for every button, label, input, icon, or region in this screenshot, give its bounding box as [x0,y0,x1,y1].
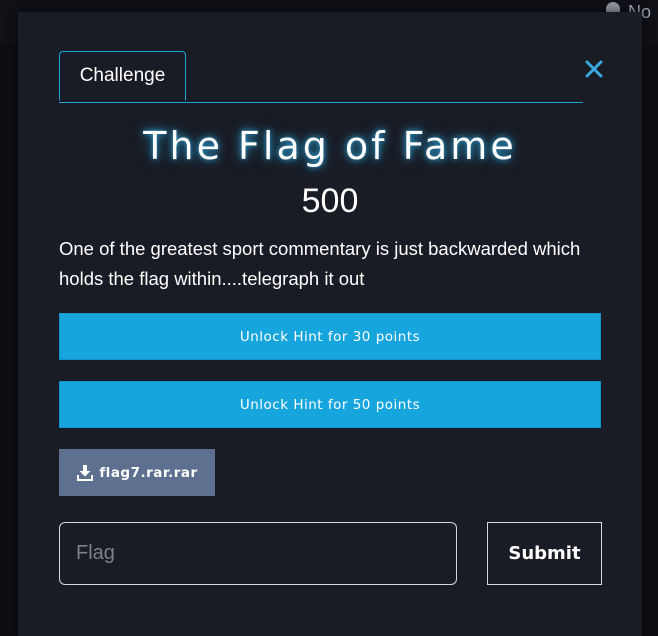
download-icon [77,464,94,481]
challenge-description: One of the greatest sport commentary is … [59,238,581,289]
close-icon [585,60,603,78]
submit-button[interactable]: Submit [487,522,602,585]
tab-challenge[interactable]: Challenge [59,51,186,101]
unlock-hint-button-2[interactable]: Unlock Hint for 50 points [59,381,601,428]
unlock-hint-button-1[interactable]: Unlock Hint for 30 points [59,313,601,360]
challenge-points: 500 [301,182,359,220]
close-button[interactable] [582,57,606,81]
flag-input[interactable] [59,522,457,585]
file-name: flag7.rar.rar [99,464,198,481]
challenge-modal: Challenge The Flag of Fame 500 One of th… [18,12,642,636]
challenge-title: The Flag of Fame [143,124,517,168]
modal-tabs: Challenge [59,51,583,103]
file-download-button[interactable]: flag7.rar.rar [59,449,215,496]
